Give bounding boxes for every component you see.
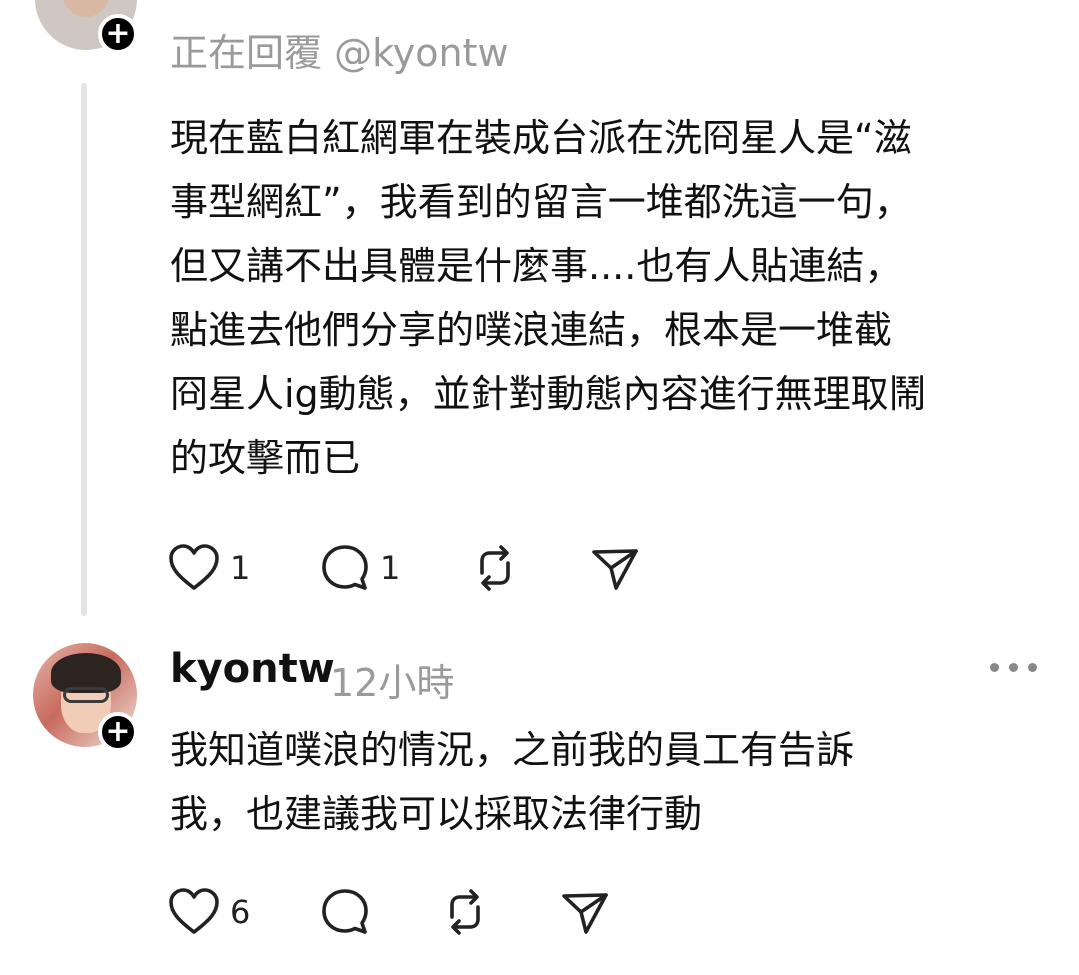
dot [1009, 663, 1018, 672]
username[interactable]: kyontw [170, 646, 335, 692]
post-text-line: 現在藍白紅網軍在裝成台派在洗冏星人是“滋 [170, 116, 912, 160]
dot [990, 663, 999, 672]
share-button[interactable] [590, 540, 640, 596]
reply-count: 1 [380, 549, 401, 587]
repost-icon [450, 889, 480, 935]
repost-button[interactable] [470, 540, 520, 596]
more-dots-icon[interactable] [990, 652, 1038, 682]
speech-bubble-icon [322, 545, 368, 590]
repost-button[interactable] [440, 884, 490, 940]
repost-icon [480, 545, 510, 591]
reply-button[interactable]: 1 [320, 540, 400, 596]
reply-text-line: 我知道噗浪的情況，之前我的員工有告訴 [170, 728, 855, 772]
post-text-line: 但又講不出具體是什麼事....也有人貼連結， [170, 244, 903, 288]
like-button[interactable]: 1 [168, 540, 250, 596]
thread-connector-line [81, 83, 87, 616]
post-text-line: 的攻擊而已 [170, 436, 361, 480]
send-icon [592, 549, 638, 590]
send-icon [562, 893, 608, 934]
dot [1028, 663, 1037, 672]
like-button[interactable]: 6 [168, 884, 250, 940]
post-text-line: 事型網紅”，我看到的留言一堆都洗這一句， [170, 180, 912, 224]
follow-plus-icon[interactable]: + [98, 712, 138, 752]
post-text: 現在藍白紅網軍在裝成台派在洗冏星人是“滋 事型網紅”，我看到的留言一堆都洗這一句… [170, 106, 1050, 490]
timestamp: 12小時 [330, 661, 455, 705]
like-count: 1 [230, 549, 251, 587]
reply-text-line: 我，也建議我可以採取法律行動 [170, 792, 703, 836]
reply-text: 我知道噗浪的情況，之前我的員工有告訴 我，也建議我可以採取法律行動 [170, 718, 1050, 846]
post-text-line: 冏星人ig動態，並針對動態內容進行無理取鬧 [170, 372, 927, 416]
avatar-glasses [63, 687, 109, 703]
heart-icon [169, 544, 219, 590]
speech-bubble-icon [322, 889, 368, 934]
post-text-line: 點進去他們分享的噗浪連結，根本是一堆截 [170, 308, 893, 352]
share-button[interactable] [560, 884, 610, 940]
like-count: 6 [230, 893, 251, 931]
reply-button[interactable] [320, 884, 370, 940]
follow-plus-icon[interactable]: + [98, 14, 138, 54]
replying-to-label: 正在回覆 @kyontw [170, 31, 509, 75]
heart-icon [169, 888, 219, 934]
